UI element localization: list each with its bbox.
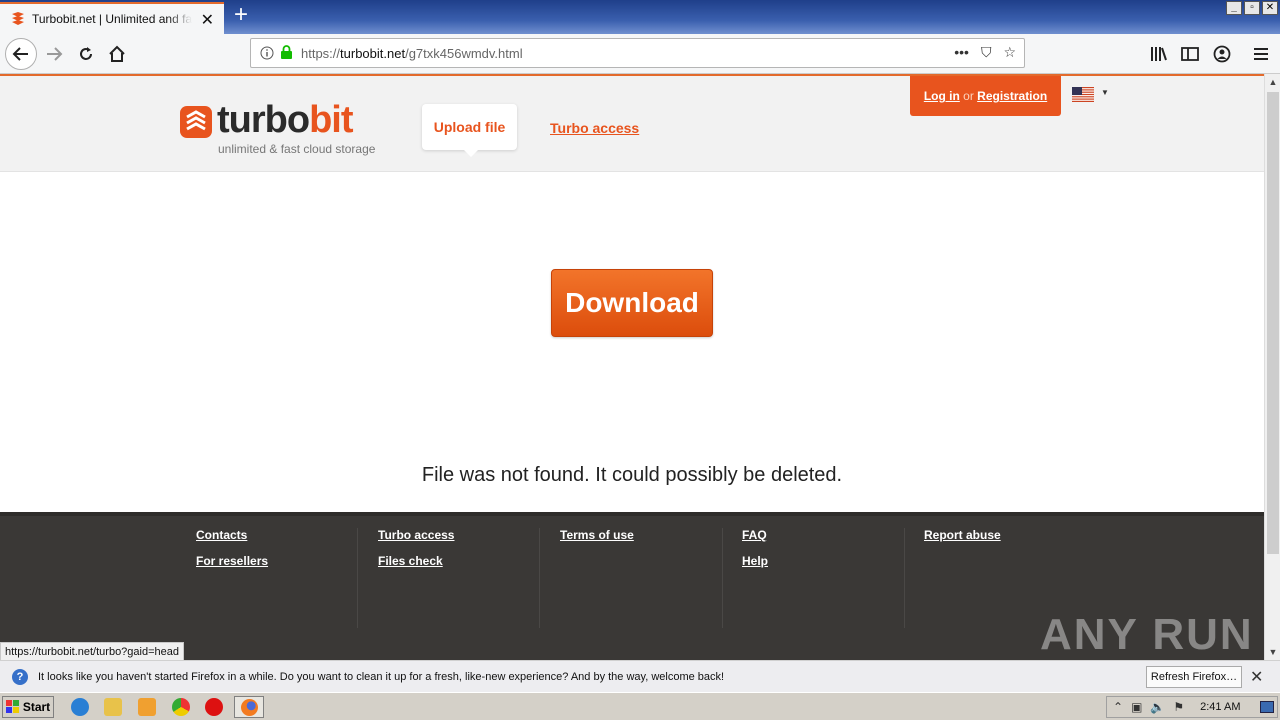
footer-link-for-resellers[interactable]: For resellers [196, 554, 357, 568]
footer-link-terms-of-use[interactable]: Terms of use [560, 528, 722, 542]
upload-file-button[interactable]: Upload file [422, 104, 517, 157]
logo-word-orange: bit [309, 99, 353, 141]
show-desktop-icon[interactable] [1260, 701, 1274, 713]
turbo-access-link[interactable]: Turbo access [550, 120, 639, 136]
question-icon: ? [12, 668, 28, 685]
firefox-notification-bar: ? It looks like you haven't started Fire… [0, 660, 1280, 692]
firefox-taskbar-button[interactable] [234, 696, 264, 718]
footer-column-2: Turbo access Files check [378, 528, 540, 628]
opera-icon[interactable] [205, 698, 223, 716]
footer-column-1: Contacts For resellers [196, 528, 358, 628]
footer-column-3: Terms of use [560, 528, 723, 628]
scroll-up-icon[interactable]: ▲ [1265, 74, 1280, 90]
browser-nav-bar: https://turbobit.net/g7txk456wmdv.html •… [0, 34, 1280, 74]
footer-link-contacts[interactable]: Contacts [196, 528, 357, 542]
internet-explorer-icon[interactable] [71, 698, 89, 716]
windows-taskbar: Start ⌃ ▣ 🔈 ⚑ 2:41 AM [0, 692, 1280, 720]
url-scheme: https:// [301, 45, 341, 61]
refresh-firefox-button[interactable]: Refresh Firefox… [1146, 666, 1242, 688]
login-link[interactable]: Log in [924, 89, 960, 103]
media-player-icon[interactable] [138, 698, 156, 716]
reload-icon [80, 47, 92, 60]
logo-wordmark: turbobit [217, 99, 354, 141]
page-actions-icon[interactable]: ••• [954, 44, 969, 61]
library-icon[interactable] [1145, 40, 1173, 68]
volume-icon[interactable]: 🔈 [1150, 700, 1165, 714]
tray-expand-icon[interactable]: ⌃ [1113, 700, 1123, 714]
tray-icons: ⌃ ▣ 🔈 ⚑ [1113, 700, 1184, 714]
site-header: turbobit unlimited & fast cloud storage … [0, 76, 1264, 172]
notification-close-icon[interactable]: ✕ [1250, 667, 1263, 687]
scroll-down-icon[interactable]: ▼ [1265, 644, 1280, 660]
network-icon[interactable]: ▣ [1131, 700, 1142, 714]
chrome-icon[interactable] [172, 698, 190, 716]
bookmark-star-icon[interactable]: ☆ [1003, 44, 1016, 61]
login-box: Log in or Registration [910, 76, 1061, 116]
url-bar[interactable]: https://turbobit.net/g7txk456wmdv.html •… [250, 38, 1025, 68]
page-scrollbar[interactable]: ▲ ▼ [1264, 74, 1280, 660]
download-button[interactable]: Download [551, 269, 713, 337]
footer-link-help[interactable]: Help [742, 554, 904, 568]
file-explorer-icon[interactable] [104, 698, 122, 716]
scroll-thumb[interactable] [1267, 92, 1279, 554]
web-page: turbobit unlimited & fast cloud storage … [0, 74, 1264, 660]
tab-close-icon[interactable]: ✕ [201, 10, 214, 30]
logo-word-dark: turbo [217, 99, 310, 141]
us-flag-icon[interactable] [1072, 87, 1094, 102]
notification-message: It looks like you haven't started Firefo… [38, 670, 725, 683]
footer-column-4: FAQ Help [742, 528, 905, 628]
forward-button[interactable] [40, 40, 68, 68]
footer-link-files-check[interactable]: Files check [378, 554, 539, 568]
url-path: /g7txk456wmdv.html [405, 45, 523, 61]
back-arrow-icon [12, 47, 28, 61]
footer-link-turbo-access[interactable]: Turbo access [378, 528, 539, 542]
url-host: turbobit.net [340, 45, 406, 61]
reload-button[interactable] [72, 40, 100, 68]
browser-tab[interactable]: Turbobit.net | Unlimited and fast f ✕ [0, 2, 224, 34]
forward-arrow-icon [47, 47, 63, 61]
firefox-icon [241, 699, 258, 716]
sidebar-icon[interactable] [1176, 40, 1204, 68]
system-tray: ⌃ ▣ 🔈 ⚑ 2:41 AM [1106, 696, 1278, 718]
status-url-tooltip: https://turbobit.net/turbo?gaid=head [0, 642, 184, 662]
home-button[interactable] [103, 40, 131, 68]
home-icon [109, 45, 125, 62]
back-button[interactable] [5, 38, 37, 70]
new-tab-icon[interactable]: + [230, 3, 252, 27]
window-controls: _ ▫ ✕ [1226, 1, 1278, 15]
footer-link-faq[interactable]: FAQ [742, 528, 904, 542]
start-label: Start [22, 700, 51, 714]
maximize-icon[interactable]: ▫ [1244, 1, 1260, 15]
lock-icon[interactable] [280, 45, 293, 60]
minimize-icon[interactable]: _ [1226, 1, 1242, 15]
or-label: or [963, 89, 974, 103]
tab-title: Turbobit.net | Unlimited and fast f [32, 12, 192, 26]
account-icon[interactable] [1208, 40, 1236, 68]
registration-link[interactable]: Registration [977, 89, 1047, 103]
footer-link-report-abuse[interactable]: Report abuse [924, 528, 1084, 542]
url-bar-actions: ••• ⛉ ☆ [954, 44, 1016, 61]
pocket-icon[interactable]: ⛉ [981, 44, 992, 61]
anyrun-watermark: ANY RUN [1040, 610, 1254, 659]
logo-tagline: unlimited & fast cloud storage [218, 142, 376, 156]
url-text: https://turbobit.net/g7txk456wmdv.html [301, 46, 523, 61]
turbobit-logo-icon [180, 106, 212, 138]
windows-logo-icon [5, 700, 19, 713]
browser-tab-bar: Turbobit.net | Unlimited and fast f ✕ + … [0, 0, 1280, 34]
menu-hamburger-icon[interactable] [1247, 40, 1275, 68]
close-window-icon[interactable]: ✕ [1262, 1, 1278, 15]
turbobit-favicon-icon [12, 12, 24, 25]
info-icon[interactable] [260, 46, 274, 60]
file-not-found-message: File was not found. It could possibly be… [421, 464, 843, 486]
language-dropdown-icon[interactable]: ▼ [1101, 88, 1109, 97]
clock: 2:41 AM [1200, 701, 1241, 713]
action-center-flag-icon[interactable]: ⚑ [1173, 700, 1184, 714]
start-button[interactable]: Start [2, 696, 54, 718]
